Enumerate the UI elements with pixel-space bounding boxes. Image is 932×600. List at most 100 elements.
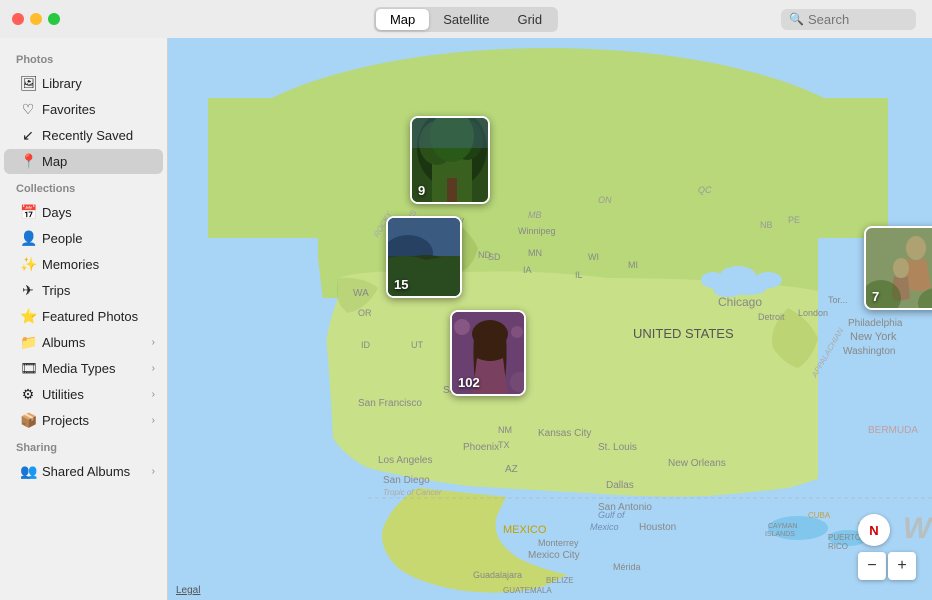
view-toggle: Map Satellite Grid [374,7,558,32]
svg-text:MI: MI [628,260,638,270]
search-input[interactable] [808,12,908,27]
svg-text:RICO: RICO [828,542,848,551]
svg-text:Chicago: Chicago [718,295,762,309]
zoom-out-button[interactable]: − [858,552,886,580]
sidebar: Photos 🖼 Library ♡ Favorites ↙ Recently … [0,38,168,600]
sidebar-item-albums[interactable]: 📁 Albums › [4,330,163,355]
sidebar-item-recently-saved-label: Recently Saved [42,128,133,143]
sidebar-item-memories-label: Memories [42,257,99,272]
zoom-controls: − + [858,552,916,580]
svg-text:Tropic of Cancer: Tropic of Cancer [383,488,442,497]
svg-text:GUATEMALA: GUATEMALA [503,586,552,595]
search-box: 🔍 [781,9,916,30]
svg-text:New York: New York [850,331,897,343]
svg-text:Mexico City: Mexico City [528,550,580,561]
compass-button[interactable]: N [858,514,890,546]
sidebar-item-favorites[interactable]: ♡ Favorites [4,97,163,122]
sidebar-item-people[interactable]: 👤 People [4,226,163,251]
svg-text:Mexico: Mexico [590,522,619,532]
svg-text:IA: IA [523,265,532,275]
satellite-view-button[interactable]: Satellite [429,9,503,30]
svg-text:PE: PE [788,215,800,225]
favorites-icon: ♡ [20,101,36,118]
main-layout: Photos 🖼 Library ♡ Favorites ↙ Recently … [0,38,932,600]
featured-icon: ⭐ [20,308,36,325]
albums-chevron-icon: › [152,337,155,348]
svg-text:Kansas City: Kansas City [538,428,591,439]
grid-view-button[interactable]: Grid [503,9,556,30]
photo-pin-2[interactable]: 15 [386,216,462,298]
svg-text:NB: NB [760,220,773,230]
svg-text:ON: ON [598,195,612,205]
svg-text:Winnipeg: Winnipeg [518,226,556,236]
map-icon: 📍 [20,153,36,170]
sharing-section-label: Sharing [0,434,167,458]
sidebar-item-media-types-label: Media Types [42,361,115,376]
minimize-button[interactable] [30,13,42,25]
sidebar-item-media-types[interactable]: 🎞 Media Types › [4,356,163,381]
memories-icon: ✨ [20,256,36,273]
sidebar-item-trips-label: Trips [42,283,70,298]
sidebar-item-days[interactable]: 📅 Days [4,200,163,225]
svg-text:Guadalajara: Guadalajara [473,570,522,580]
svg-text:San Francisco: San Francisco [358,398,422,409]
utilities-chevron-icon: › [152,389,155,400]
svg-text:Mérida: Mérida [613,562,641,572]
recently-saved-icon: ↙ [20,127,36,144]
sidebar-item-trips[interactable]: ✈ Trips [4,278,163,303]
projects-chevron-icon: › [152,415,155,426]
svg-text:Detroit: Detroit [758,312,785,322]
maximize-button[interactable] [48,13,60,25]
svg-text:St. Louis: St. Louis [598,442,637,453]
trips-icon: ✈ [20,282,36,299]
close-button[interactable] [12,13,24,25]
sidebar-item-recently-saved[interactable]: ↙ Recently Saved [4,123,163,148]
svg-text:NM: NM [498,425,512,435]
sidebar-item-map-label: Map [42,154,67,169]
svg-text:Washington: Washington [843,346,895,357]
utilities-icon: ⚙ [20,386,36,403]
sidebar-item-featured-photos[interactable]: ⭐ Featured Photos [4,304,163,329]
svg-text:Philadelphia: Philadelphia [848,318,903,329]
projects-icon: 📦 [20,412,36,429]
photo-pin-1[interactable]: 9 [410,116,490,204]
pin-4-count: 102 [458,375,480,390]
sidebar-item-featured-label: Featured Photos [42,309,138,324]
library-icon: 🖼 [20,75,36,92]
sidebar-item-utilities[interactable]: ⚙ Utilities › [4,382,163,407]
svg-text:TX: TX [498,440,510,450]
map-view-button[interactable]: Map [376,9,429,30]
sidebar-item-days-label: Days [42,205,72,220]
map-background: MB SK AB ON QC ND MN WI MI Chicago Detro… [168,38,932,600]
pin-3-count: 7 [872,289,879,304]
sidebar-item-map[interactable]: 📍 Map [4,149,163,174]
svg-text:UT: UT [411,340,423,350]
svg-text:London: London [798,308,828,318]
svg-text:WI: WI [588,252,599,262]
sidebar-item-albums-label: Albums [42,335,85,350]
sidebar-item-utilities-label: Utilities [42,387,84,402]
zoom-in-button[interactable]: + [888,552,916,580]
sidebar-item-projects[interactable]: 📦 Projects › [4,408,163,433]
sidebar-item-shared-albums[interactable]: 👥 Shared Albums › [4,459,163,484]
sidebar-item-memories[interactable]: ✨ Memories [4,252,163,277]
legal-link[interactable]: Legal [176,585,200,596]
shared-albums-icon: 👥 [20,463,36,480]
svg-text:WA: WA [353,288,369,299]
svg-text:San Diego: San Diego [383,475,430,486]
people-icon: 👤 [20,230,36,247]
days-icon: 📅 [20,204,36,221]
svg-text:ID: ID [361,340,371,350]
titlebar: Map Satellite Grid 🔍 [0,0,932,38]
media-types-icon: 🎞 [20,360,36,377]
map-area[interactable]: MB SK AB ON QC ND MN WI MI Chicago Detro… [168,38,932,600]
svg-text:OR: OR [358,308,372,318]
sidebar-item-library[interactable]: 🖼 Library [4,71,163,96]
svg-text:MB: MB [528,210,542,220]
photo-pin-4[interactable]: 102 [450,310,526,396]
svg-text:UNITED STATES: UNITED STATES [633,326,734,341]
svg-text:BERMUDA: BERMUDA [868,425,918,436]
photo-pin-3[interactable]: 7 [864,226,932,310]
sidebar-item-people-label: People [42,231,82,246]
svg-text:CAYMAN: CAYMAN [768,523,797,530]
